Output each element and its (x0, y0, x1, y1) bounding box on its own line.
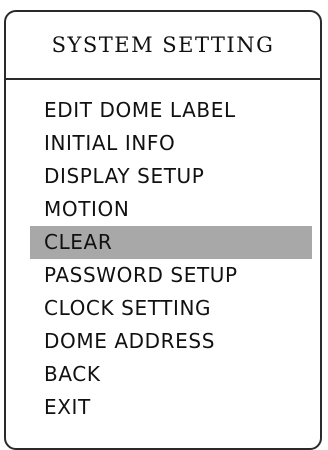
menu-item-back[interactable]: BACK (6, 358, 312, 391)
menu-title: SYSTEM SETTING (51, 33, 275, 57)
menu-list: EDIT DOME LABEL INITIAL INFO DISPLAY SET… (6, 94, 320, 424)
menu-item-initial-info[interactable]: INITIAL INFO (6, 127, 312, 160)
menu-item-exit[interactable]: EXIT (6, 391, 312, 424)
menu-item-display-setup[interactable]: DISPLAY SETUP (6, 160, 312, 193)
menu-header: SYSTEM SETTING (6, 12, 320, 80)
menu-item-clear[interactable]: CLEAR (30, 226, 312, 259)
menu-item-motion[interactable]: MOTION (6, 193, 312, 226)
menu-item-clock-setting[interactable]: CLOCK SETTING (6, 292, 312, 325)
menu-item-edit-dome-label[interactable]: EDIT DOME LABEL (6, 94, 312, 127)
system-setting-menu: SYSTEM SETTING EDIT DOME LABEL INITIAL I… (4, 10, 322, 450)
menu-item-password-setup[interactable]: PASSWORD SETUP (6, 259, 312, 292)
menu-item-dome-address[interactable]: DOME ADDRESS (6, 325, 312, 358)
